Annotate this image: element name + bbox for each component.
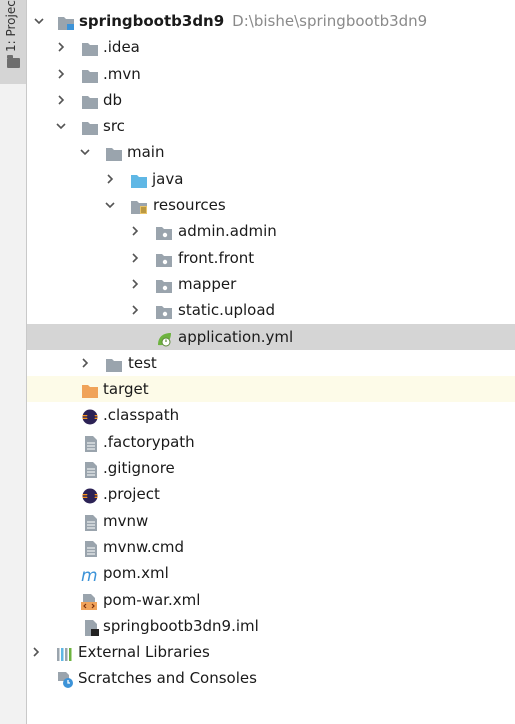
tree-item-front[interactable]: front.front xyxy=(27,245,515,271)
tree-item-pom[interactable]: m pom.xml xyxy=(27,560,515,586)
tree-item-project[interactable]: .project xyxy=(27,481,515,507)
module-file-icon xyxy=(82,618,100,636)
tree-item-label: java xyxy=(152,169,184,188)
tree-item-mvnw-cmd[interactable]: mvnw.cmd xyxy=(27,534,515,560)
tree-item-external-libraries[interactable]: External Libraries xyxy=(27,639,515,665)
chevron-right-icon[interactable] xyxy=(104,166,116,192)
tree-item-label: .gitignore xyxy=(103,459,175,478)
tree-item-label: admin.admin xyxy=(178,222,277,241)
xml-file-icon xyxy=(80,592,98,610)
chevron-right-icon[interactable] xyxy=(55,61,67,87)
tree-item-label: pom-war.xml xyxy=(103,590,201,609)
tree-item-idea[interactable]: .idea xyxy=(27,34,515,60)
folder-icon xyxy=(81,92,99,109)
chevron-right-icon[interactable] xyxy=(129,271,141,297)
project-tool-tab-label: 1: Project xyxy=(4,0,18,52)
spring-leaf-icon xyxy=(155,329,173,347)
chevron-down-icon[interactable] xyxy=(33,8,45,34)
tree-item-java[interactable]: java xyxy=(27,166,515,192)
project-tree[interactable]: springbootb3dn9 D:\bishe\springbootb3dn9 … xyxy=(27,8,515,692)
tree-item-main[interactable]: main xyxy=(27,139,515,165)
tree-item-label: src xyxy=(103,117,125,136)
tree-item-mvn[interactable]: .mvn xyxy=(27,61,515,87)
tree-item-label: pom.xml xyxy=(103,564,169,583)
folder-icon xyxy=(81,118,99,136)
package-folder-icon xyxy=(155,223,173,241)
tree-item-label: mvnw.cmd xyxy=(103,537,185,556)
tree-item-label: .classpath xyxy=(103,406,180,425)
project-tool-tab[interactable]: 1: Project xyxy=(0,0,26,84)
folder-icon xyxy=(105,355,123,372)
tree-item-label: .mvn xyxy=(103,64,141,83)
chevron-down-icon[interactable] xyxy=(104,192,116,218)
tree-item-label: .project xyxy=(103,485,160,504)
chevron-right-icon[interactable] xyxy=(129,245,141,271)
project-path: D:\bishe\springbootb3dn9 xyxy=(232,12,428,30)
folder-icon xyxy=(81,66,99,83)
package-folder-icon xyxy=(155,302,173,320)
tree-item-application-yml[interactable]: application.yml xyxy=(27,323,515,350)
package-folder-icon xyxy=(155,276,173,293)
chevron-right-icon[interactable] xyxy=(129,297,141,323)
excluded-folder-icon xyxy=(81,381,99,399)
tree-item-target[interactable]: target xyxy=(27,376,515,403)
tree-item-label: front.front xyxy=(178,248,255,267)
tree-item-label: db xyxy=(103,90,123,109)
chevron-right-icon[interactable] xyxy=(129,218,141,244)
chevron-right-icon[interactable] xyxy=(79,350,91,376)
tree-item-scratches[interactable]: Scratches and Consoles xyxy=(27,665,515,691)
tree-item-iml[interactable]: springbootb3dn9.iml xyxy=(27,613,515,639)
text-file-icon xyxy=(82,539,100,557)
tree-item-label: .factorypath xyxy=(103,432,195,451)
tree-item-label: main xyxy=(127,143,165,162)
source-folder-icon xyxy=(130,171,148,188)
project-name: springbootb3dn9 xyxy=(79,12,225,30)
eclipse-icon xyxy=(81,486,99,504)
chevron-right-icon[interactable] xyxy=(30,639,42,665)
tree-item-label: resources xyxy=(153,196,226,215)
tree-item-label: application.yml xyxy=(178,327,294,346)
tree-item-mapper[interactable]: mapper xyxy=(27,271,515,297)
tree-item-factorypath[interactable]: .factorypath xyxy=(27,429,515,455)
chevron-right-icon[interactable] xyxy=(55,87,67,113)
text-file-icon xyxy=(82,434,100,452)
tree-item-label: test xyxy=(128,353,157,372)
maven-icon: m xyxy=(80,565,98,586)
side-tool-strip: 1: Project xyxy=(0,0,27,724)
scratches-icon xyxy=(56,670,74,689)
tree-item-admin[interactable]: admin.admin xyxy=(27,218,515,244)
tree-item-label: springbootb3dn9.iml xyxy=(103,616,259,635)
tree-item-label: .idea xyxy=(103,38,140,57)
text-file-icon xyxy=(82,513,100,531)
tree-root-project[interactable]: springbootb3dn9 D:\bishe\springbootb3dn9 xyxy=(27,8,515,34)
tree-item-label: External Libraries xyxy=(78,643,210,662)
tree-item-classpath[interactable]: .classpath xyxy=(27,402,515,428)
resources-folder-icon xyxy=(130,197,148,215)
eclipse-icon xyxy=(81,407,99,425)
svg-text:m: m xyxy=(81,567,98,583)
folder-icon xyxy=(81,39,99,57)
tree-item-label: static.upload xyxy=(178,301,276,320)
chevron-down-icon[interactable] xyxy=(55,113,67,139)
library-icon xyxy=(56,644,74,662)
folder-icon xyxy=(105,144,123,162)
tree-item-gitignore[interactable]: .gitignore xyxy=(27,455,515,481)
tree-item-src[interactable]: src xyxy=(27,113,515,139)
tree-item-resources[interactable]: resources xyxy=(27,192,515,218)
tree-item-static[interactable]: static.upload xyxy=(27,297,515,323)
module-folder-icon xyxy=(57,13,75,30)
tree-item-label: target xyxy=(103,380,149,399)
tree-item-mvnw[interactable]: mvnw xyxy=(27,508,515,534)
package-folder-icon xyxy=(155,250,173,267)
chevron-right-icon[interactable] xyxy=(55,34,67,60)
folder-icon xyxy=(7,55,20,68)
tree-item-test[interactable]: test xyxy=(27,350,515,376)
chevron-down-icon[interactable] xyxy=(79,139,91,165)
tree-item-label: mapper xyxy=(178,274,237,293)
tree-item-label: mvnw xyxy=(103,511,149,530)
tree-item-label: Scratches and Consoles xyxy=(78,669,257,688)
tree-item-db[interactable]: db xyxy=(27,87,515,113)
text-file-icon xyxy=(82,460,100,479)
tree-item-pom-war[interactable]: pom-war.xml xyxy=(27,587,515,613)
